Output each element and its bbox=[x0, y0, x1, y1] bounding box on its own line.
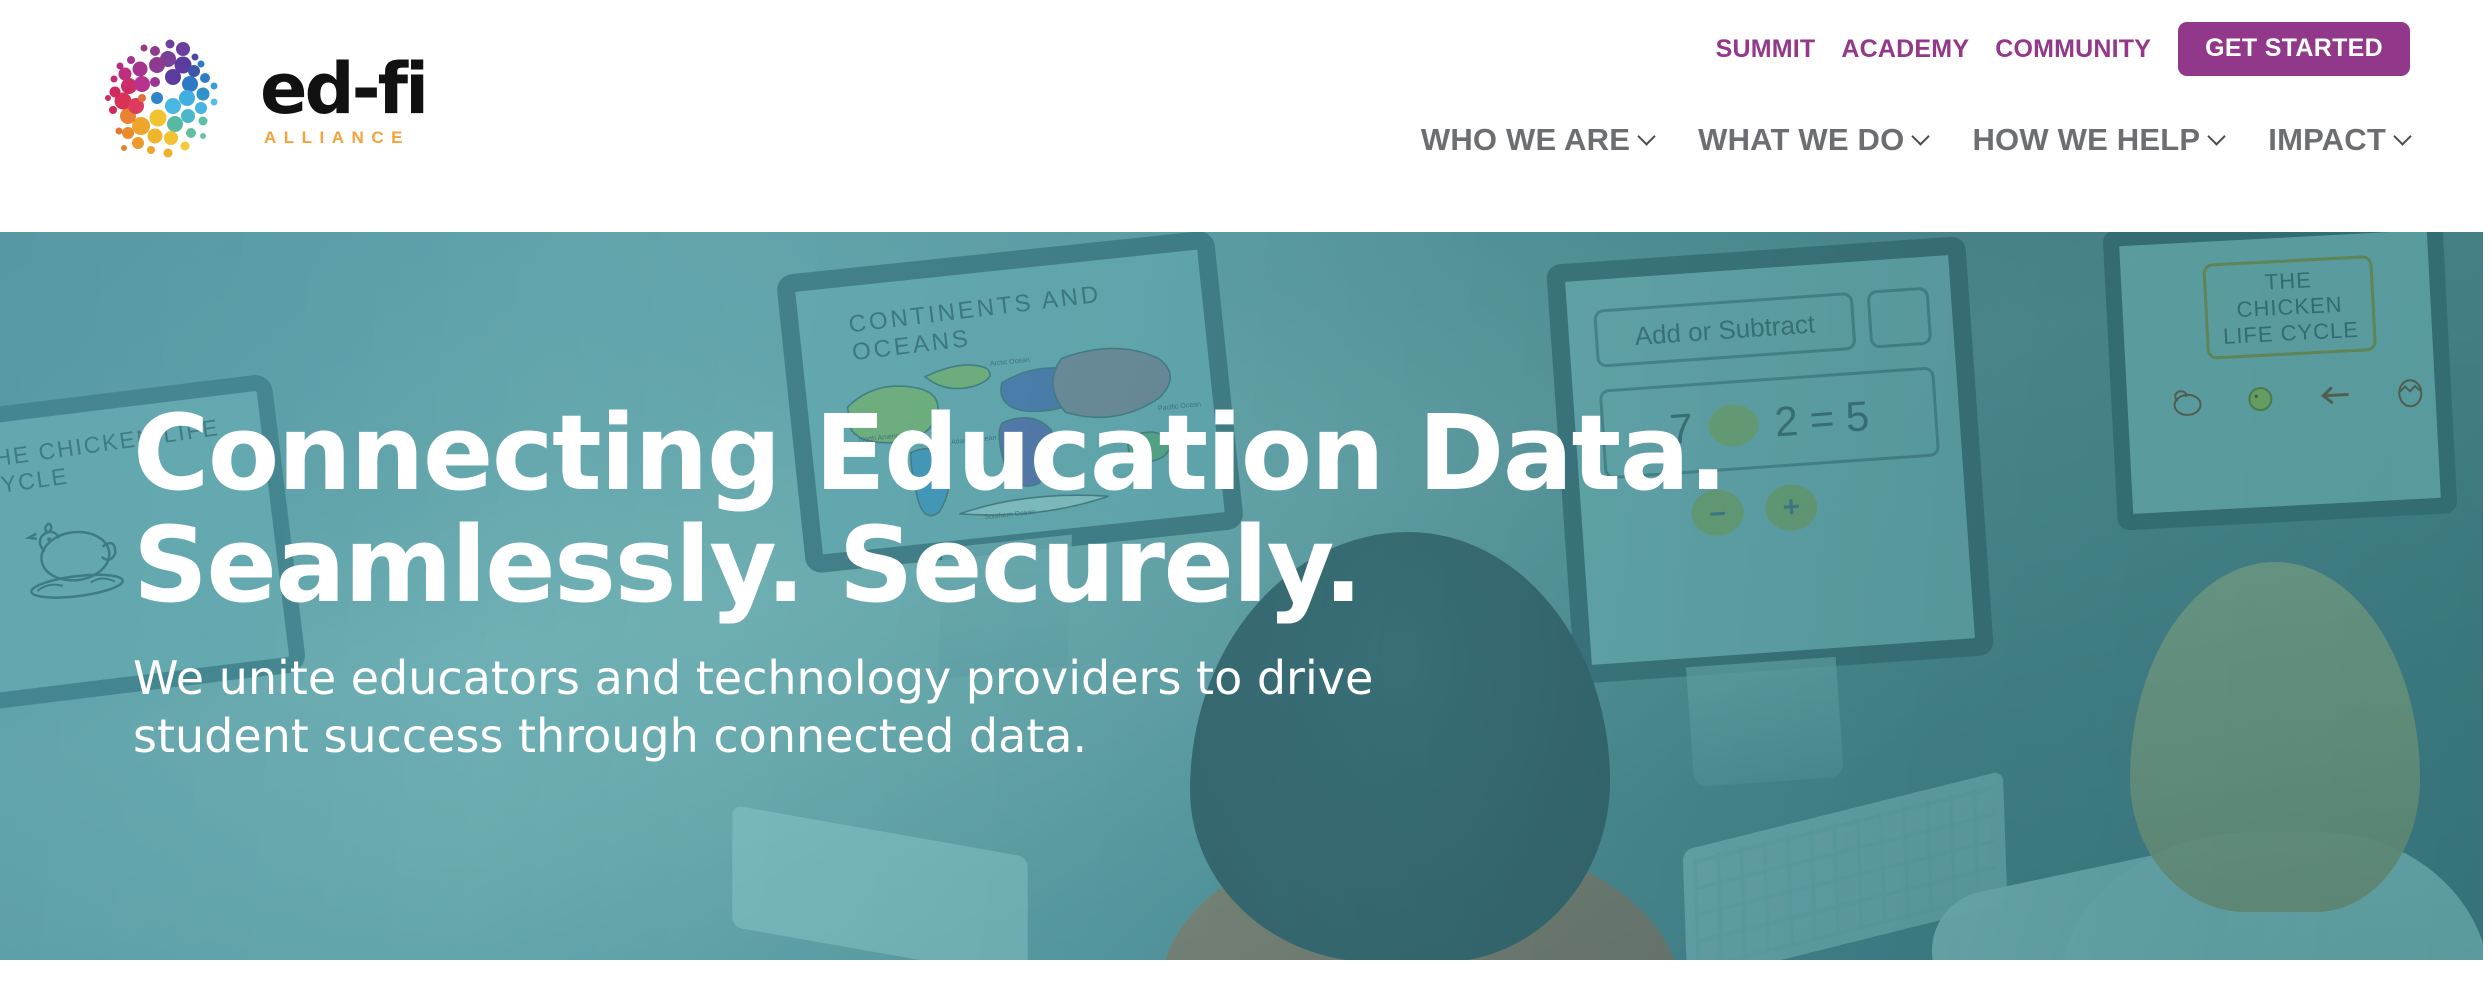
edfi-dot-spiral-logo-icon bbox=[105, 39, 218, 158]
logo-wordmark-block: ed-fi ALLIANCE bbox=[260, 54, 450, 154]
chevron-down-icon bbox=[1913, 130, 1928, 145]
site-header: ed-fi ALLIANCE SUMMIT ACADEMY COMMUNITY … bbox=[0, 0, 2490, 232]
chevron-down-icon bbox=[2395, 130, 2410, 145]
nav-label-what-we-do: WHAT WE DO bbox=[1698, 122, 1905, 157]
hero-headline-line-1: Connecting Education Data. bbox=[133, 392, 1728, 514]
chevron-down-icon bbox=[1639, 130, 1654, 145]
hero-headline: Connecting Education Data. Seamlessly. S… bbox=[133, 397, 1833, 621]
nav-item-what-we-do[interactable]: WHAT WE DO bbox=[1676, 124, 1950, 155]
logo-wordmark: ed-fi bbox=[260, 48, 429, 130]
site-logo[interactable]: ed-fi ALLIANCE bbox=[95, 20, 455, 180]
hero-headline-line-2: Seamlessly. Securely. bbox=[133, 504, 1363, 626]
nav-label-who-we-are: WHO WE ARE bbox=[1420, 122, 1631, 157]
scrollbar-gutter[interactable] bbox=[2483, 232, 2490, 960]
utility-link-community[interactable]: COMMUNITY bbox=[1982, 36, 2164, 62]
page-body-below-hero bbox=[0, 960, 2490, 1006]
main-navigation: WHO WE ARE WHAT WE DO HOW WE HELP IMPACT bbox=[1399, 124, 2410, 155]
utility-navigation: SUMMIT ACADEMY COMMUNITY GET STARTED bbox=[1703, 22, 2410, 76]
hero-banner: THE CHICKEN LIFE CYCLE CONTINENTS AND OC… bbox=[0, 232, 2483, 960]
hero-copy: Connecting Education Data. Seamlessly. S… bbox=[133, 397, 1833, 765]
page-root: ed-fi ALLIANCE SUMMIT ACADEMY COMMUNITY … bbox=[0, 0, 2490, 1006]
nav-item-impact[interactable]: IMPACT bbox=[2246, 124, 2410, 155]
utility-link-summit[interactable]: SUMMIT bbox=[1703, 36, 1829, 62]
utility-link-academy[interactable]: ACADEMY bbox=[1828, 36, 1982, 62]
nav-label-how-we-help: HOW WE HELP bbox=[1972, 122, 2201, 157]
nav-item-how-we-help[interactable]: HOW WE HELP bbox=[1950, 124, 2246, 155]
hero-subheadline: We unite educators and technology provid… bbox=[133, 651, 1374, 763]
nav-label-impact: IMPACT bbox=[2268, 122, 2386, 157]
get-started-button[interactable]: GET STARTED bbox=[2178, 22, 2410, 76]
nav-item-who-we-are[interactable]: WHO WE ARE bbox=[1399, 124, 1676, 155]
chevron-down-icon bbox=[2209, 130, 2224, 145]
logo-tagline: ALLIANCE bbox=[264, 128, 410, 147]
